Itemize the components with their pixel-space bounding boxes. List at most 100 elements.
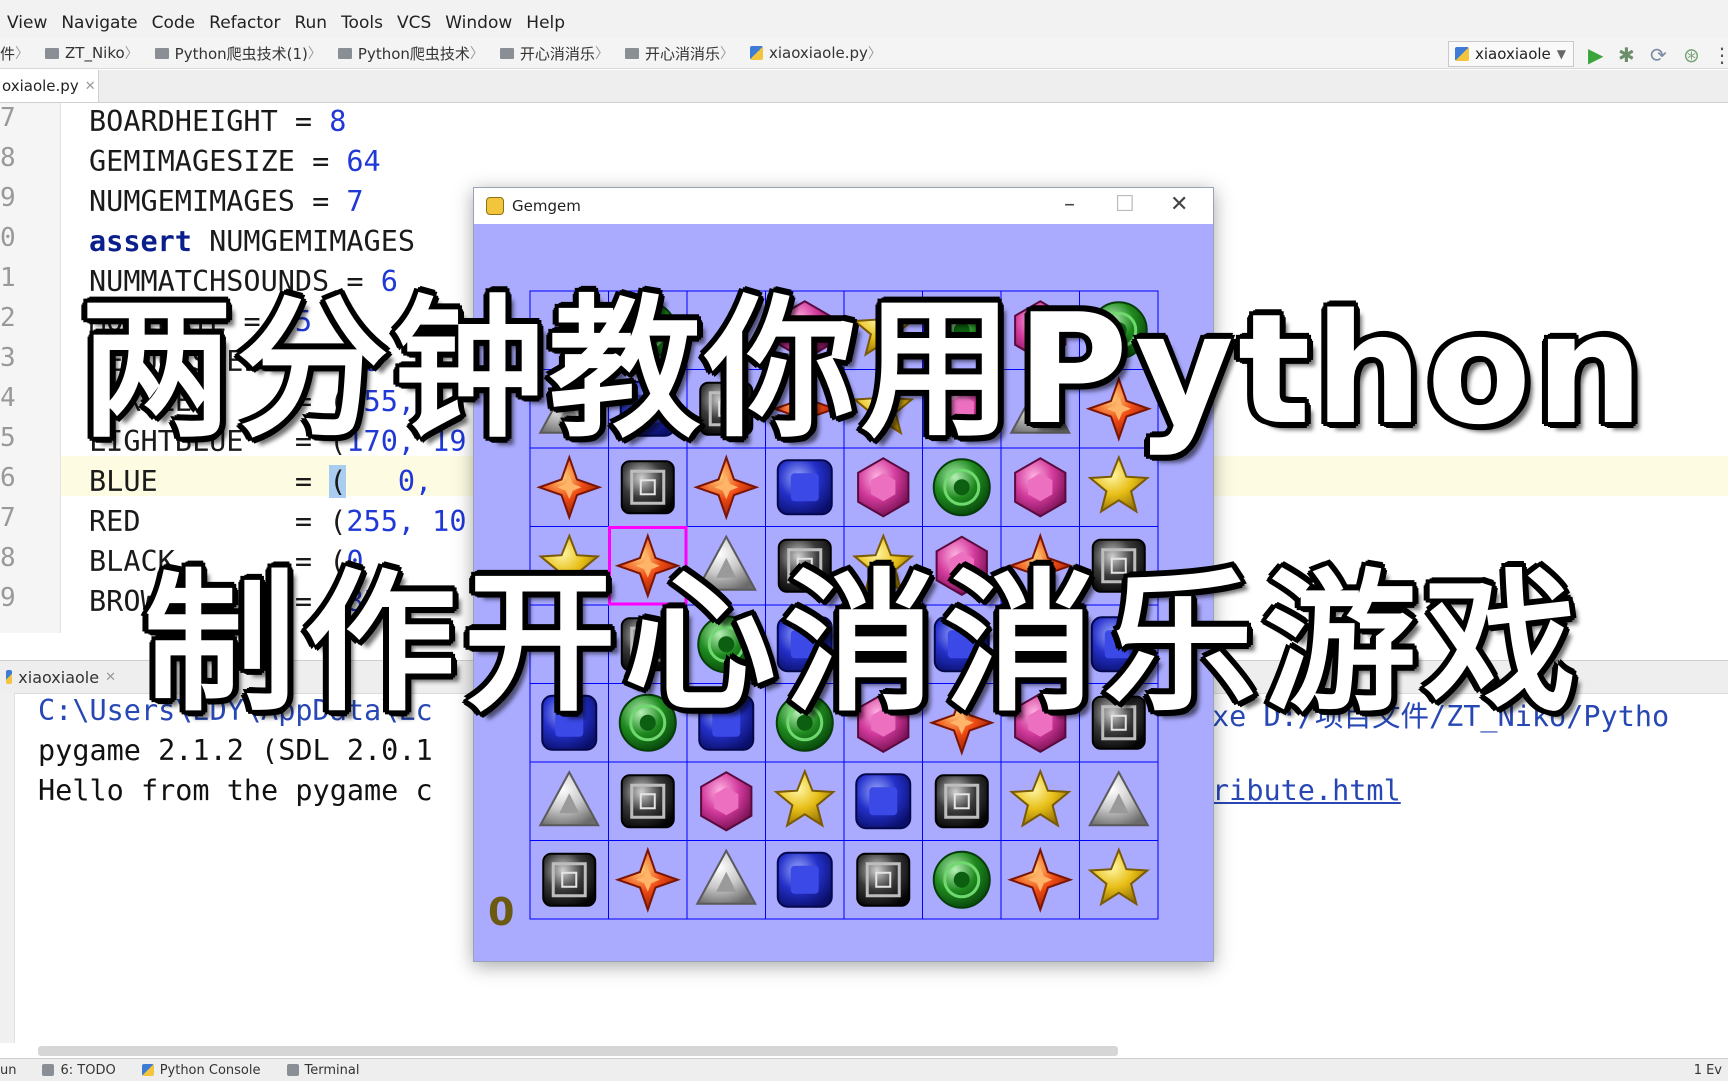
- breadcrumb-item[interactable]: xiaoxiaole.py 〉: [742, 43, 890, 63]
- console-link[interactable]: ribute.html: [1212, 774, 1401, 807]
- red-gem-icon: [614, 846, 681, 913]
- breadcrumb-label: Python爬虫技术(1): [174, 44, 308, 63]
- menu-window[interactable]: Window: [438, 13, 519, 33]
- menu-run[interactable]: Run: [287, 13, 334, 33]
- number-literal: 7: [346, 185, 364, 218]
- tool-label: Terminal: [304, 1062, 360, 1078]
- identifier: NUMGEMIMAGES: [89, 185, 295, 218]
- run-config-label: xiaoxiaole: [1475, 45, 1551, 63]
- chevron-right-icon: 〉: [594, 46, 609, 62]
- breadcrumb-label: ZT_Niko: [65, 44, 125, 62]
- chevron-down-icon: ▼: [1556, 47, 1566, 61]
- close-icon[interactable]: ✕: [85, 79, 96, 94]
- horizontal-scrollbar[interactable]: [38, 1046, 1118, 1056]
- star-gem-icon: [1009, 768, 1072, 828]
- black-gem-icon: [856, 852, 911, 907]
- tool-terminal[interactable]: Terminal: [286, 1062, 360, 1078]
- maximize-icon[interactable]: ☐: [1115, 192, 1135, 217]
- menu-vcs[interactable]: VCS: [390, 13, 438, 33]
- pink-gem-icon: [700, 771, 753, 832]
- menu-navigate[interactable]: Navigate: [54, 13, 144, 33]
- chevron-right-icon: 〉: [307, 46, 322, 62]
- number-literal: 0,: [397, 465, 433, 498]
- event-log[interactable]: 1 Ev: [1694, 1063, 1722, 1078]
- close-icon[interactable]: ✕: [1170, 192, 1188, 217]
- red-gem-icon: [536, 454, 603, 521]
- white-gem-icon: [538, 770, 600, 827]
- profile-icon[interactable]: ⊛: [1683, 43, 1700, 67]
- breadcrumb-item[interactable]: ZT_Niko 〉: [37, 43, 147, 63]
- star-gem-icon: [1087, 847, 1150, 907]
- pygame-icon: [486, 197, 504, 215]
- python-icon: [1455, 47, 1469, 61]
- breadcrumb-label: 开心消消乐: [644, 44, 720, 63]
- folder-icon: [499, 47, 514, 59]
- white-gem-icon: [695, 848, 757, 905]
- todo-icon: [42, 1064, 55, 1076]
- chevron-right-icon: 〉: [469, 46, 484, 62]
- tool-label: 6: TODO: [60, 1062, 116, 1078]
- menu-tools[interactable]: Tools: [334, 13, 390, 33]
- red-gem-icon: [693, 454, 760, 521]
- video-caption-line-2: 制作开心消消乐游戏: [144, 555, 1584, 732]
- console-line: Hello from the pygame c: [38, 774, 433, 807]
- breadcrumb-item[interactable]: Python爬虫技术〉: [330, 43, 492, 64]
- bottom-toolbar: un 6: TODO Python Console Terminal 1 Ev: [0, 1058, 1728, 1081]
- line-number: 7: [0, 103, 16, 133]
- line-number: 6: [0, 463, 16, 493]
- operator: =: [294, 185, 347, 218]
- breadcrumb-item[interactable]: 件〉: [0, 43, 37, 64]
- game-title: Gemgem: [512, 197, 581, 215]
- game-title-bar[interactable]: Gemgem – ☐ ✕: [474, 188, 1213, 224]
- blue-gem-icon: [776, 459, 833, 516]
- blue-gem-icon: [855, 773, 912, 830]
- breadcrumb-label: Python爬虫技术: [357, 44, 470, 63]
- score-display: 0: [488, 890, 515, 934]
- tool-label: Python Console: [159, 1062, 261, 1078]
- tab-label: oxiaole.py: [2, 77, 79, 95]
- tab-xiaoxiaole[interactable]: oxiaole.py ✕: [0, 70, 99, 102]
- debug-icon[interactable]: ✱: [1618, 43, 1635, 67]
- code-line: BLUE = ( 0,: [89, 465, 432, 498]
- red-gem-icon: [1007, 846, 1074, 913]
- tool-run[interactable]: un: [0, 1063, 16, 1078]
- menu-code[interactable]: Code: [145, 13, 203, 33]
- tool-python-console[interactable]: Python Console: [141, 1062, 261, 1078]
- number-literal: 64: [346, 145, 381, 178]
- tool-todo[interactable]: 6: TODO: [42, 1062, 116, 1078]
- run-icon[interactable]: ▶: [1588, 43, 1603, 67]
- folder-icon: [45, 47, 60, 59]
- operator: =: [157, 465, 330, 498]
- breadcrumb-item[interactable]: 开心消消乐〉: [617, 43, 742, 64]
- breadcrumb-item[interactable]: 开心消消乐〉: [492, 43, 617, 64]
- green-gem-icon: [932, 458, 991, 517]
- operator: =: [294, 145, 347, 178]
- blue-gem-icon: [776, 851, 833, 908]
- breadcrumb-label: xiaoxiaole.py: [768, 44, 868, 62]
- menu-help[interactable]: Help: [519, 13, 572, 33]
- tool-label: un: [0, 1062, 17, 1078]
- pink-gem-icon: [1014, 457, 1067, 518]
- number-literal: 8: [329, 105, 347, 138]
- chevron-right-icon: 〉: [867, 46, 882, 62]
- more-icon[interactable]: ⋮: [1712, 43, 1728, 67]
- chevron-right-icon: 〉: [15, 46, 30, 62]
- folder-icon: [337, 47, 352, 59]
- coverage-icon[interactable]: ⟳: [1650, 43, 1667, 67]
- code-line: NUMGEMIMAGES = 7: [89, 185, 364, 218]
- code-line: BOARDHEIGHT = 8: [89, 105, 346, 138]
- breadcrumb-item[interactable]: Python爬虫技术(1) 〉: [147, 43, 330, 64]
- bracket-highlight: (: [329, 465, 347, 498]
- terminal-icon: [286, 1064, 299, 1076]
- black-gem-icon: [620, 774, 675, 829]
- identifier: BLUE: [89, 465, 158, 498]
- line-number: 8: [0, 143, 16, 173]
- console-link-text[interactable]: ribute.html: [1212, 774, 1401, 807]
- folder-icon: [154, 47, 169, 59]
- menu-view[interactable]: View: [0, 13, 54, 33]
- chevron-right-icon: 〉: [124, 46, 139, 62]
- minimize-icon[interactable]: –: [1064, 192, 1075, 217]
- menu-refactor[interactable]: Refactor: [202, 13, 287, 33]
- run-config-select[interactable]: xiaoxiaole ▼: [1448, 41, 1574, 67]
- breadcrumb-label: 件: [0, 44, 16, 63]
